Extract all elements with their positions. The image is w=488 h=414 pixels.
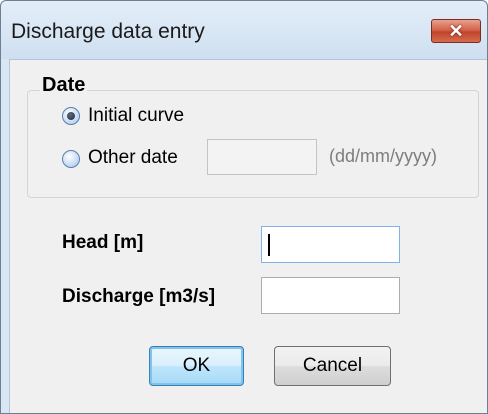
window-title: Discharge data entry bbox=[11, 20, 205, 43]
ok-button[interactable]: OK bbox=[149, 346, 244, 386]
dialog-window: Discharge data entry ✕ bbox=[0, 0, 488, 414]
discharge-input[interactable] bbox=[261, 277, 400, 314]
head-input[interactable] bbox=[261, 226, 400, 263]
cancel-button[interactable]: Cancel bbox=[274, 346, 391, 386]
discharge-label: Discharge [m3/s] bbox=[62, 286, 216, 307]
radio-selected-dot bbox=[67, 112, 75, 120]
title-bar[interactable]: Discharge data entry ✕ bbox=[1, 1, 487, 59]
other-date-input[interactable] bbox=[207, 139, 317, 175]
date-group-label: Date bbox=[40, 74, 88, 97]
date-format-hint: (dd/mm/yyyy) bbox=[329, 146, 437, 166]
head-label: Head [m] bbox=[62, 232, 144, 253]
close-button[interactable]: ✕ bbox=[431, 19, 481, 43]
initial-curve-radio[interactable] bbox=[62, 107, 80, 125]
text-caret bbox=[268, 234, 270, 256]
close-icon: ✕ bbox=[448, 21, 464, 41]
other-date-radio[interactable] bbox=[62, 150, 80, 168]
initial-curve-label[interactable]: Initial curve bbox=[88, 105, 184, 127]
other-date-label[interactable]: Other date bbox=[88, 147, 178, 169]
